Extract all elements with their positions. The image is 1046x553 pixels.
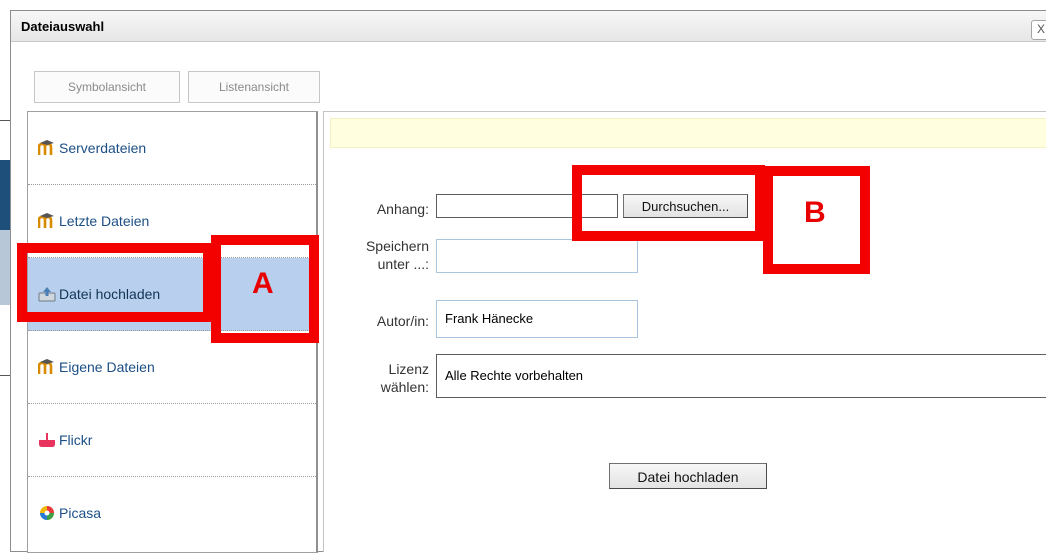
dialog-titlebar: Dateiauswahl X bbox=[11, 11, 1046, 42]
license-label: Lizenz wählen: bbox=[334, 360, 429, 396]
moodle-icon bbox=[37, 140, 56, 156]
background-divider bbox=[0, 120, 10, 121]
dialog-title: Dateiauswahl bbox=[21, 19, 105, 34]
save-as-label: Speichern unter ...: bbox=[334, 237, 429, 273]
background-divider bbox=[0, 375, 10, 376]
background-bar bbox=[0, 160, 10, 230]
picasa-icon bbox=[38, 505, 56, 521]
upload-button[interactable]: Datei hochladen bbox=[609, 463, 767, 489]
notice-bar bbox=[330, 118, 1046, 148]
sidebar-item-flickr[interactable]: Flickr bbox=[28, 404, 316, 477]
highlight-box-b-browse bbox=[572, 165, 765, 241]
license-select[interactable]: Alle Rechte vorbehalten bbox=[436, 354, 1046, 398]
attachment-label: Anhang: bbox=[376, 201, 429, 217]
save-as-label-line-1: Speichern bbox=[365, 238, 429, 254]
list-view-button[interactable]: Listenansicht bbox=[188, 71, 320, 103]
flickr-icon bbox=[38, 432, 56, 448]
author-label: Autor/in: bbox=[376, 313, 429, 329]
highlight-box-a-sidebar bbox=[17, 243, 213, 322]
sidebar-item-picasa[interactable]: Picasa bbox=[28, 477, 316, 549]
close-button[interactable]: X bbox=[1031, 20, 1046, 40]
symbol-view-button[interactable]: Symbolansicht bbox=[34, 71, 180, 103]
license-label-line-1: Lizenz bbox=[388, 361, 429, 377]
save-as-field[interactable] bbox=[436, 239, 638, 273]
sidebar-item-serverdateien[interactable]: Serverdateien bbox=[28, 112, 316, 185]
sidebar-item-label: Picasa bbox=[59, 505, 102, 521]
license-label-line-2: wählen: bbox=[380, 379, 429, 395]
save-as-label-line-2: unter ...: bbox=[377, 256, 429, 272]
sidebar-item-label: Flickr bbox=[59, 432, 93, 448]
author-field[interactable]: Frank Hänecke bbox=[436, 300, 638, 338]
background-bar-light bbox=[0, 230, 10, 305]
annotation-letter-a: A bbox=[252, 267, 274, 300]
moodle-icon bbox=[37, 359, 56, 375]
sidebar-item-label: Eigene Dateien bbox=[59, 359, 155, 375]
sidebar-item-label: Letzte Dateien bbox=[59, 213, 150, 229]
sidebar-item-label: Serverdateien bbox=[59, 140, 147, 156]
annotation-letter-b: B bbox=[804, 196, 826, 229]
moodle-icon bbox=[37, 213, 56, 229]
